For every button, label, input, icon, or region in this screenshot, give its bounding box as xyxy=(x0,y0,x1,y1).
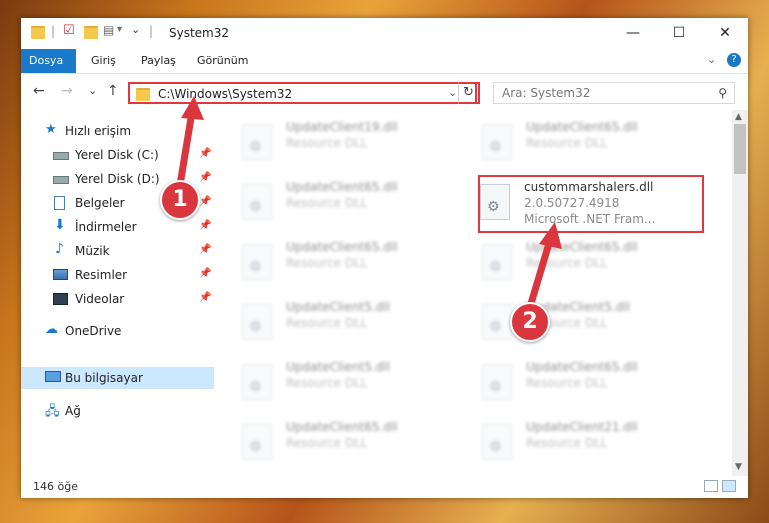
arrow-step2-head xyxy=(539,222,562,249)
arrow-step1-line xyxy=(176,108,196,189)
arrow-step2-line xyxy=(526,236,554,311)
arrow-step1-head xyxy=(181,96,204,120)
annotation-arrows xyxy=(176,96,562,311)
step-1-badge: 1 xyxy=(160,180,200,220)
step-2-badge: 2 xyxy=(510,302,550,342)
